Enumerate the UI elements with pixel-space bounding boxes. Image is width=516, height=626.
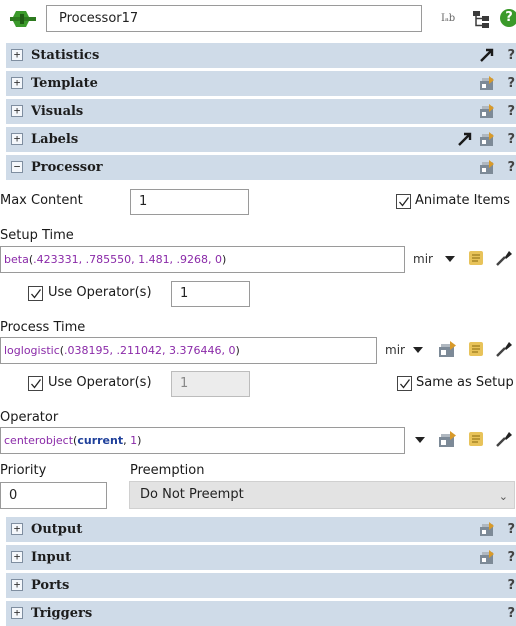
section-template[interactable]: + Template ? (6, 71, 516, 96)
script-edit-icon[interactable] (467, 249, 487, 267)
processor-object-icon (10, 11, 36, 27)
operator-field[interactable]: centerobject(current, 1) (0, 427, 405, 454)
label-text-icon[interactable]: Iₐb (441, 9, 465, 29)
template-icon[interactable] (479, 131, 496, 147)
setup-time-field[interactable]: beta(.423331, .785550, 1.481, .9268, 0) (0, 246, 405, 273)
checkmark-icon (31, 289, 42, 299)
template-icon[interactable] (479, 103, 496, 119)
setup-time-args: .423331, .785550, 1.481, .9268, 0 (33, 253, 223, 266)
help-icon[interactable]: ? (507, 43, 515, 68)
pointer-arrow-icon[interactable] (479, 47, 496, 63)
section-ports[interactable]: + Ports ? (6, 573, 516, 598)
help-icon[interactable]: ? (507, 71, 515, 96)
priority-input[interactable]: 0 (0, 482, 107, 509)
help-icon[interactable]: ? (507, 517, 515, 542)
animate-items-checkbox[interactable] (396, 194, 411, 209)
checkmark-icon (400, 379, 411, 389)
section-visuals[interactable]: + Visuals ? (6, 99, 516, 124)
expand-icon[interactable]: + (11, 105, 23, 117)
section-triggers[interactable]: + Triggers ? (6, 601, 516, 626)
help-icon[interactable]: ? (507, 127, 515, 152)
animate-items-label: Animate Items (415, 193, 510, 208)
object-name-input[interactable]: Processor17 (46, 5, 422, 32)
sampler-pick-icon[interactable] (494, 430, 514, 448)
sampler-pick-icon[interactable] (494, 249, 514, 267)
help-icon[interactable]: ? (507, 99, 515, 124)
template-icon[interactable] (479, 549, 496, 565)
pointer-arrow-icon[interactable] (457, 131, 474, 147)
max-content-label: Max Content (0, 193, 83, 208)
template-icon[interactable] (438, 430, 458, 448)
expand-icon[interactable]: + (11, 607, 23, 619)
tree-icon[interactable] (472, 9, 490, 29)
setup-operators-count-input[interactable]: 1 (171, 281, 250, 307)
section-statistics[interactable]: + Statistics ? (6, 43, 516, 68)
section-title: Ports (31, 578, 70, 593)
help-icon[interactable]: ? (507, 573, 515, 598)
setup-time-dropdown-icon[interactable] (445, 256, 455, 262)
collapse-icon[interactable]: − (11, 161, 23, 173)
sampler-pick-icon[interactable] (494, 340, 514, 358)
expand-icon[interactable]: + (11, 579, 23, 591)
properties-header: Processor17 Iₐb ? (0, 0, 516, 40)
setup-use-operators-checkbox[interactable] (28, 286, 43, 301)
setup-time-unit[interactable]: mir (413, 252, 433, 266)
operator-arg-keyword: current (77, 434, 124, 447)
expand-icon[interactable]: + (11, 133, 23, 145)
setup-use-operators-label: Use Operator(s) (48, 285, 152, 300)
help-icon[interactable]: ? (500, 9, 516, 27)
script-edit-icon[interactable] (467, 430, 487, 448)
process-time-function: loglogistic (4, 344, 60, 357)
section-processor[interactable]: − Processor ? (6, 155, 516, 180)
process-use-operators-checkbox[interactable] (28, 376, 43, 391)
section-input[interactable]: + Input ? (6, 545, 516, 570)
help-icon[interactable]: ? (507, 601, 515, 626)
expand-icon[interactable]: + (11, 551, 23, 563)
template-icon[interactable] (479, 159, 496, 175)
operator-label: Operator (0, 410, 59, 425)
max-content-input[interactable]: 1 (130, 189, 249, 215)
script-edit-icon[interactable] (467, 340, 487, 358)
template-icon[interactable] (479, 521, 496, 537)
same-as-setup-label: Same as Setup (416, 375, 514, 390)
template-icon[interactable] (479, 75, 496, 91)
section-title: Template (31, 76, 98, 91)
preemption-value: Do Not Preempt (140, 487, 244, 502)
setup-time-label: Setup Time (0, 228, 74, 243)
priority-label: Priority (0, 463, 47, 478)
setup-time-function: beta (4, 253, 29, 266)
operator-function: centerobject (4, 434, 74, 447)
same-as-setup-checkbox[interactable] (397, 376, 412, 391)
section-title: Triggers (31, 606, 93, 621)
process-use-operators-label: Use Operator(s) (48, 375, 152, 390)
expand-icon[interactable]: + (11, 49, 23, 61)
help-icon[interactable]: ? (507, 155, 515, 180)
section-title: Visuals (31, 104, 84, 119)
preemption-select[interactable]: Do Not Preempt ⌄ (129, 481, 515, 509)
process-time-label: Process Time (0, 320, 86, 335)
process-operators-count-input[interactable]: 1 (171, 371, 250, 397)
operator-dropdown-icon[interactable] (415, 437, 425, 443)
section-title: Processor (31, 160, 103, 175)
expand-icon[interactable]: + (11, 77, 23, 89)
section-output[interactable]: + Output ? (6, 517, 516, 542)
checkmark-icon (399, 197, 410, 207)
process-time-unit[interactable]: mir (385, 343, 405, 357)
section-labels[interactable]: + Labels ? (6, 127, 516, 152)
section-title: Output (31, 522, 83, 537)
chevron-down-icon: ⌄ (498, 490, 508, 503)
section-title: Statistics (31, 48, 100, 63)
preemption-label: Preemption (130, 463, 205, 478)
checkmark-icon (31, 379, 42, 389)
template-icon[interactable] (438, 340, 458, 358)
section-title: Labels (31, 132, 79, 147)
process-time-args: .038195, .211042, 3.376446, 0 (64, 344, 236, 357)
process-time-dropdown-icon[interactable] (413, 347, 423, 353)
section-title: Input (31, 550, 72, 565)
process-time-field[interactable]: loglogistic(.038195, .211042, 3.376446, … (0, 337, 377, 364)
help-icon[interactable]: ? (507, 545, 515, 570)
expand-icon[interactable]: + (11, 523, 23, 535)
